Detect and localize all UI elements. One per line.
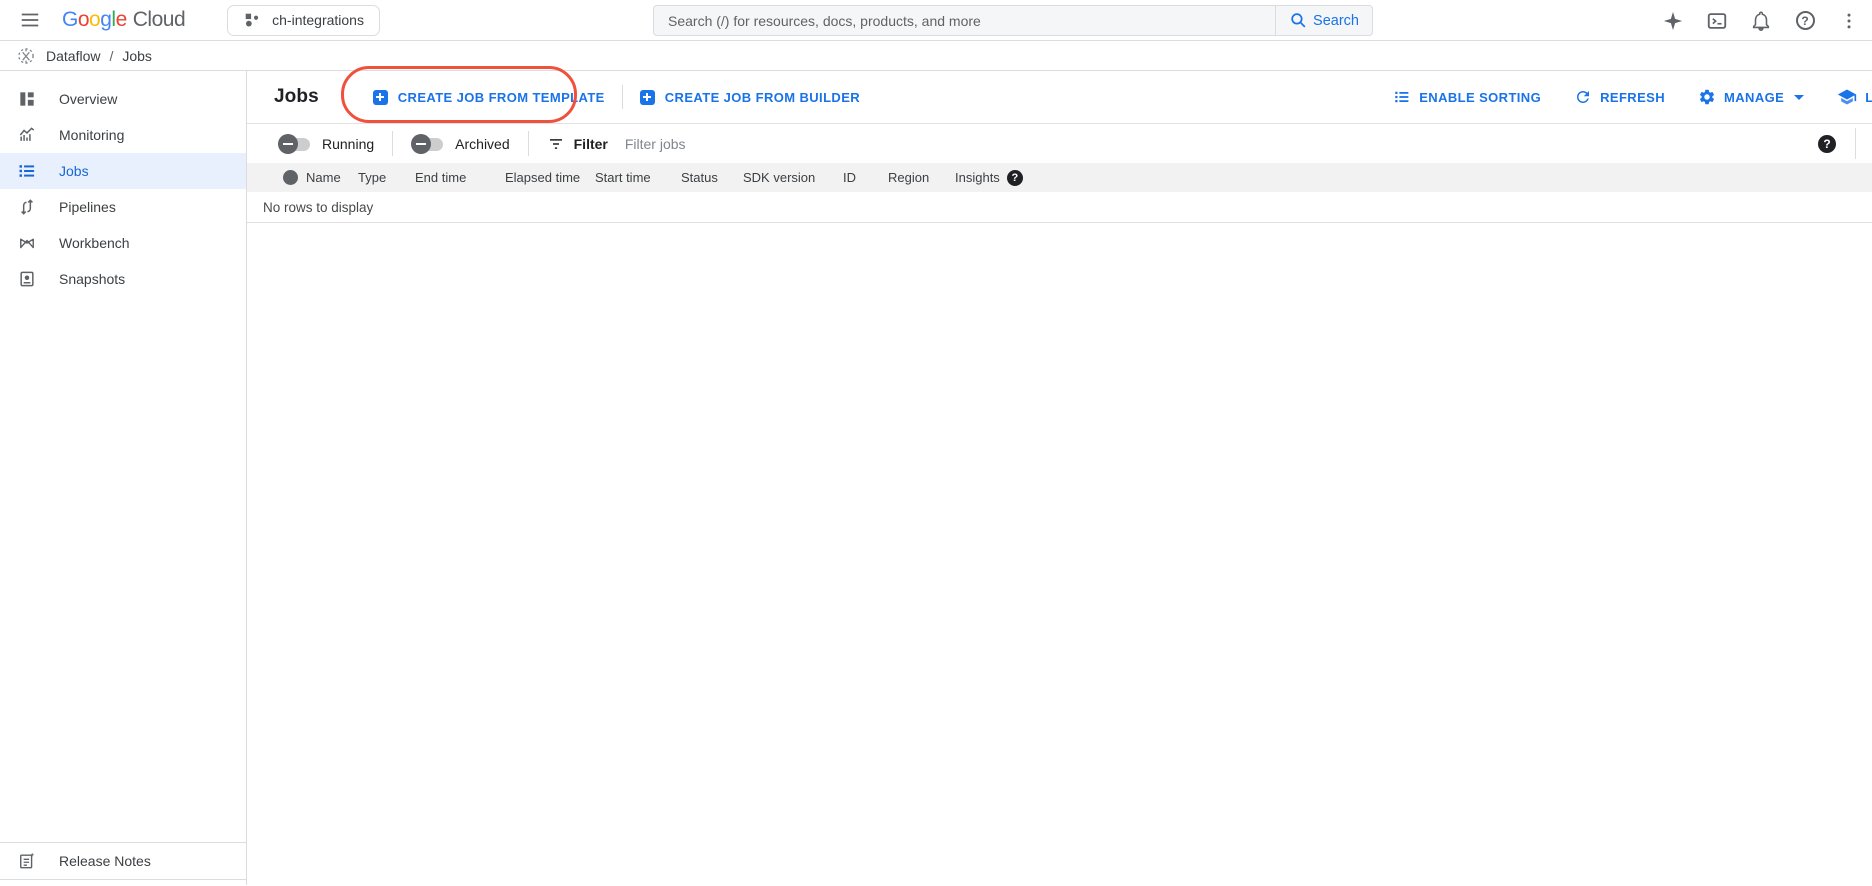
divider [622,85,623,109]
sidebar-item-release-notes[interactable]: Release Notes [0,842,246,880]
manage-button[interactable]: MANAGE [1698,88,1804,106]
enable-sorting-button[interactable]: ENABLE SORTING [1393,88,1541,106]
column-header-name[interactable]: Name [306,170,358,185]
global-search: Search [653,5,1373,36]
insights-help-icon[interactable]: ? [1007,170,1023,186]
sidebar-item-workbench[interactable]: Workbench [0,225,246,261]
more-vertical-icon[interactable] [1836,8,1862,34]
breadcrumb-separator: / [109,48,113,64]
breadcrumb-page: Jobs [122,48,152,64]
archived-toggle-label: Archived [455,136,509,152]
toggle-knob-minus-icon [278,134,298,154]
jobs-list-icon [17,161,37,181]
project-name: ch-integrations [272,12,364,28]
column-header-status[interactable]: Status [681,170,743,185]
learn-button[interactable]: LEARN [1837,87,1872,107]
filter-jobs-input[interactable] [625,136,925,152]
empty-text: No rows to display [263,200,373,215]
dataflow-icon [16,46,36,66]
search-button[interactable]: Search [1276,6,1372,35]
plus-icon [373,90,388,105]
snapshots-icon [17,269,37,289]
sidebar-item-label: Overview [59,91,117,107]
page-title: Jobs [274,86,319,108]
cloud-shell-icon[interactable] [1704,8,1730,34]
divider [1855,128,1856,159]
sidebar-item-label: Workbench [59,235,130,251]
filter-label: Filter [574,136,608,152]
top-bar: Google Cloud ch-integrations Search ? [0,0,1872,41]
workbench-icon [17,233,37,253]
sidebar-item-overview[interactable]: Overview [0,81,246,117]
main-content: Jobs CREATE JOB FROM TEMPLATE CREATE JOB… [247,71,1872,885]
monitoring-icon [17,125,37,145]
toggle-knob-minus-icon [411,134,431,154]
filter-row: Running Archived Filter ? [247,124,1872,163]
sidebar-item-pipelines[interactable]: Pipelines [0,189,246,225]
running-toggle-label: Running [322,136,374,152]
sidebar-item-jobs[interactable]: Jobs [0,153,246,189]
search-icon [1289,11,1308,30]
create-job-from-template-button[interactable]: CREATE JOB FROM TEMPLATE [373,90,605,105]
sidebar-item-label: Pipelines [59,199,116,215]
sidebar-item-snapshots[interactable]: Snapshots [0,261,246,297]
google-cloud-logo: Google Cloud [62,8,185,32]
overview-icon [17,89,37,109]
column-header-region[interactable]: Region [888,170,955,185]
sidebar-item-monitoring[interactable]: Monitoring [0,117,246,153]
column-header-type[interactable]: Type [358,170,415,185]
refresh-icon [1574,88,1592,106]
create-job-from-builder-button[interactable]: CREATE JOB FROM BUILDER [640,90,860,105]
project-icon [243,11,261,29]
menu-icon[interactable] [14,4,46,36]
graduation-cap-icon [1837,87,1857,107]
table-header: Name Type End time Elapsed time Start ti… [247,163,1872,192]
breadcrumb-service[interactable]: Dataflow [46,48,100,64]
sidebar: Overview Monitoring Jobs Pipelines Workb… [0,71,247,885]
breadcrumb: Dataflow / Jobs [0,41,1872,71]
page-header: Jobs CREATE JOB FROM TEMPLATE CREATE JOB… [247,71,1872,124]
column-header-sdk-version[interactable]: SDK version [743,170,843,185]
project-selector[interactable]: ch-integrations [227,5,380,36]
pipelines-icon [17,197,37,217]
filter-icon [547,135,565,153]
release-notes-icon [17,851,37,871]
column-header-id[interactable]: ID [843,170,888,185]
sorting-list-icon [1393,88,1411,106]
sidebar-item-label: Jobs [59,163,89,179]
divider [392,131,393,156]
archived-toggle[interactable] [411,134,444,154]
table-empty-state: No rows to display [247,192,1872,223]
divider [528,131,529,156]
notifications-bell-icon[interactable] [1748,8,1774,34]
column-header-end-time[interactable]: End time [415,170,505,185]
gemini-icon[interactable] [1660,8,1686,34]
search-input[interactable] [654,13,1275,29]
sidebar-item-label: Snapshots [59,271,125,287]
column-header-start-time[interactable]: Start time [595,170,681,185]
sidebar-item-label: Monitoring [59,127,124,143]
status-circle-icon [283,170,298,185]
help-icon[interactable]: ? [1792,8,1818,34]
chevron-down-icon [1794,95,1804,100]
column-header-insights: Insights ? [955,170,1023,186]
running-toggle[interactable] [278,134,311,154]
gear-icon [1698,88,1716,106]
column-header-elapsed-time[interactable]: Elapsed time [505,170,595,185]
refresh-button[interactable]: REFRESH [1574,88,1665,106]
filter-help-icon[interactable]: ? [1818,135,1836,153]
header-toolbar: ENABLE SORTING REFRESH MANAGE [1393,71,1872,123]
sidebar-item-label: Release Notes [59,853,151,869]
plus-icon [640,90,655,105]
